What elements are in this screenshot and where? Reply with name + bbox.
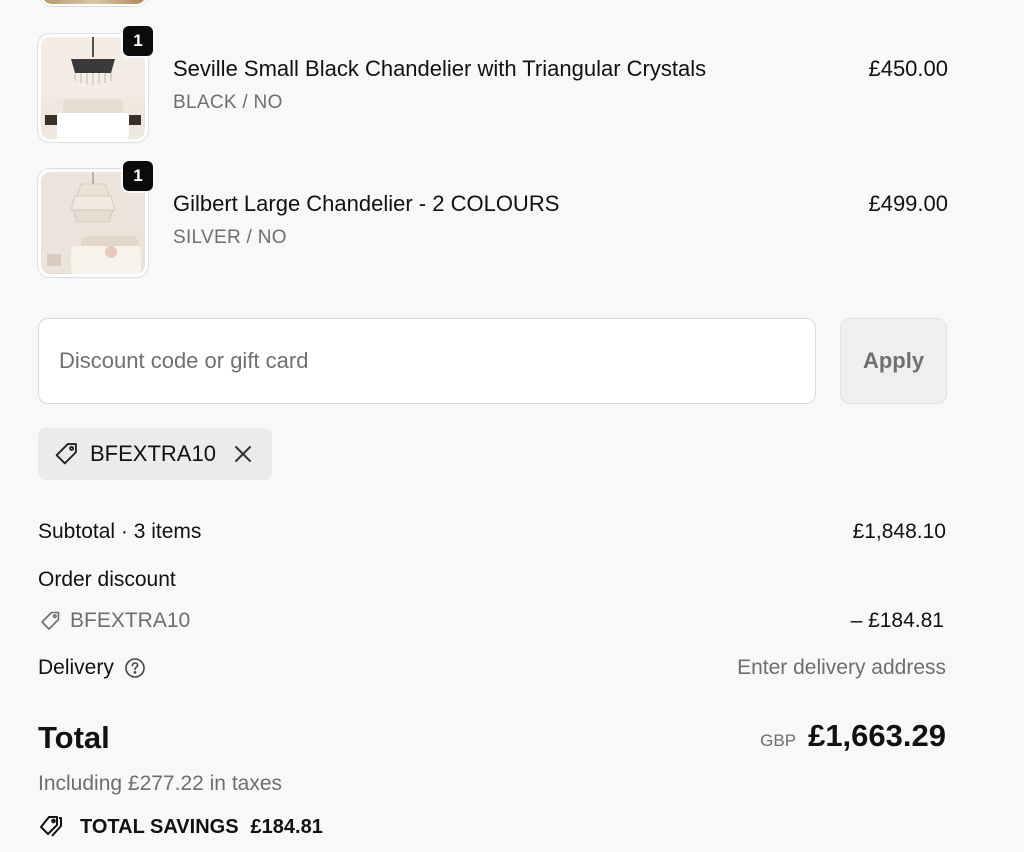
- tax-note: Including £277.22 in taxes: [38, 772, 283, 795]
- product-variant: SILVER / NO: [173, 227, 287, 248]
- discount-code-input[interactable]: [38, 318, 816, 404]
- subtotal-label: Subtotal · 3 items: [38, 520, 202, 543]
- delivery-value: Enter delivery address: [737, 656, 946, 679]
- delivery-row: Delivery Enter delivery address: [38, 656, 946, 680]
- applied-discount-code: BFEXTRA10: [90, 441, 216, 466]
- total-label: Total: [38, 720, 110, 755]
- total-value: £1,663.29: [808, 718, 946, 753]
- order-discount-value: – £184.81: [850, 609, 944, 632]
- help-icon[interactable]: [124, 657, 146, 679]
- product-variant: BLACK / NO: [173, 92, 283, 113]
- quantity-badge: 1: [121, 24, 155, 58]
- tag-icon: [38, 609, 62, 633]
- previous-item-thumbnail: [40, 0, 148, 6]
- product-price: £499.00: [868, 191, 948, 216]
- apply-discount-button[interactable]: Apply: [840, 318, 947, 404]
- subtotal-value: £1,848.10: [852, 520, 946, 543]
- quantity-badge: 1: [121, 159, 155, 193]
- subtotal-row: Subtotal · 3 items £1,848.10: [38, 520, 946, 544]
- line-item: 1 Seville Small Black Chandelier with Tr…: [38, 24, 948, 144]
- order-discount-row: Order discount: [38, 568, 946, 592]
- delivery-label: Delivery: [38, 656, 114, 679]
- checkout-order-summary: 1 Seville Small Black Chandelier with Tr…: [0, 0, 1024, 852]
- product-name: Gilbert Large Chandelier - 2 COLOURS: [173, 191, 560, 216]
- product-price: £450.00: [868, 56, 948, 81]
- line-item: 1 Gilbert Large Chandelier - 2 COLOURS S…: [38, 159, 948, 279]
- remove-discount-icon[interactable]: [232, 443, 254, 465]
- order-discount-code: BFEXTRA10: [70, 609, 191, 632]
- order-discount-code-row: BFEXTRA10 – £184.81: [38, 609, 946, 639]
- tags-icon: [38, 814, 68, 840]
- total-value-group: GBP £1,663.29: [760, 718, 946, 754]
- total-savings: TOTAL SAVINGS £184.81: [38, 814, 323, 840]
- order-discount-label: Order discount: [38, 568, 176, 591]
- savings-label: TOTAL SAVINGS: [80, 815, 239, 838]
- product-name: Seville Small Black Chandelier with Tria…: [173, 56, 707, 81]
- applied-discount-chip: BFEXTRA10: [38, 428, 272, 480]
- savings-value: £184.81: [250, 815, 323, 838]
- currency-code: GBP: [760, 731, 797, 750]
- tag-icon: [52, 440, 80, 468]
